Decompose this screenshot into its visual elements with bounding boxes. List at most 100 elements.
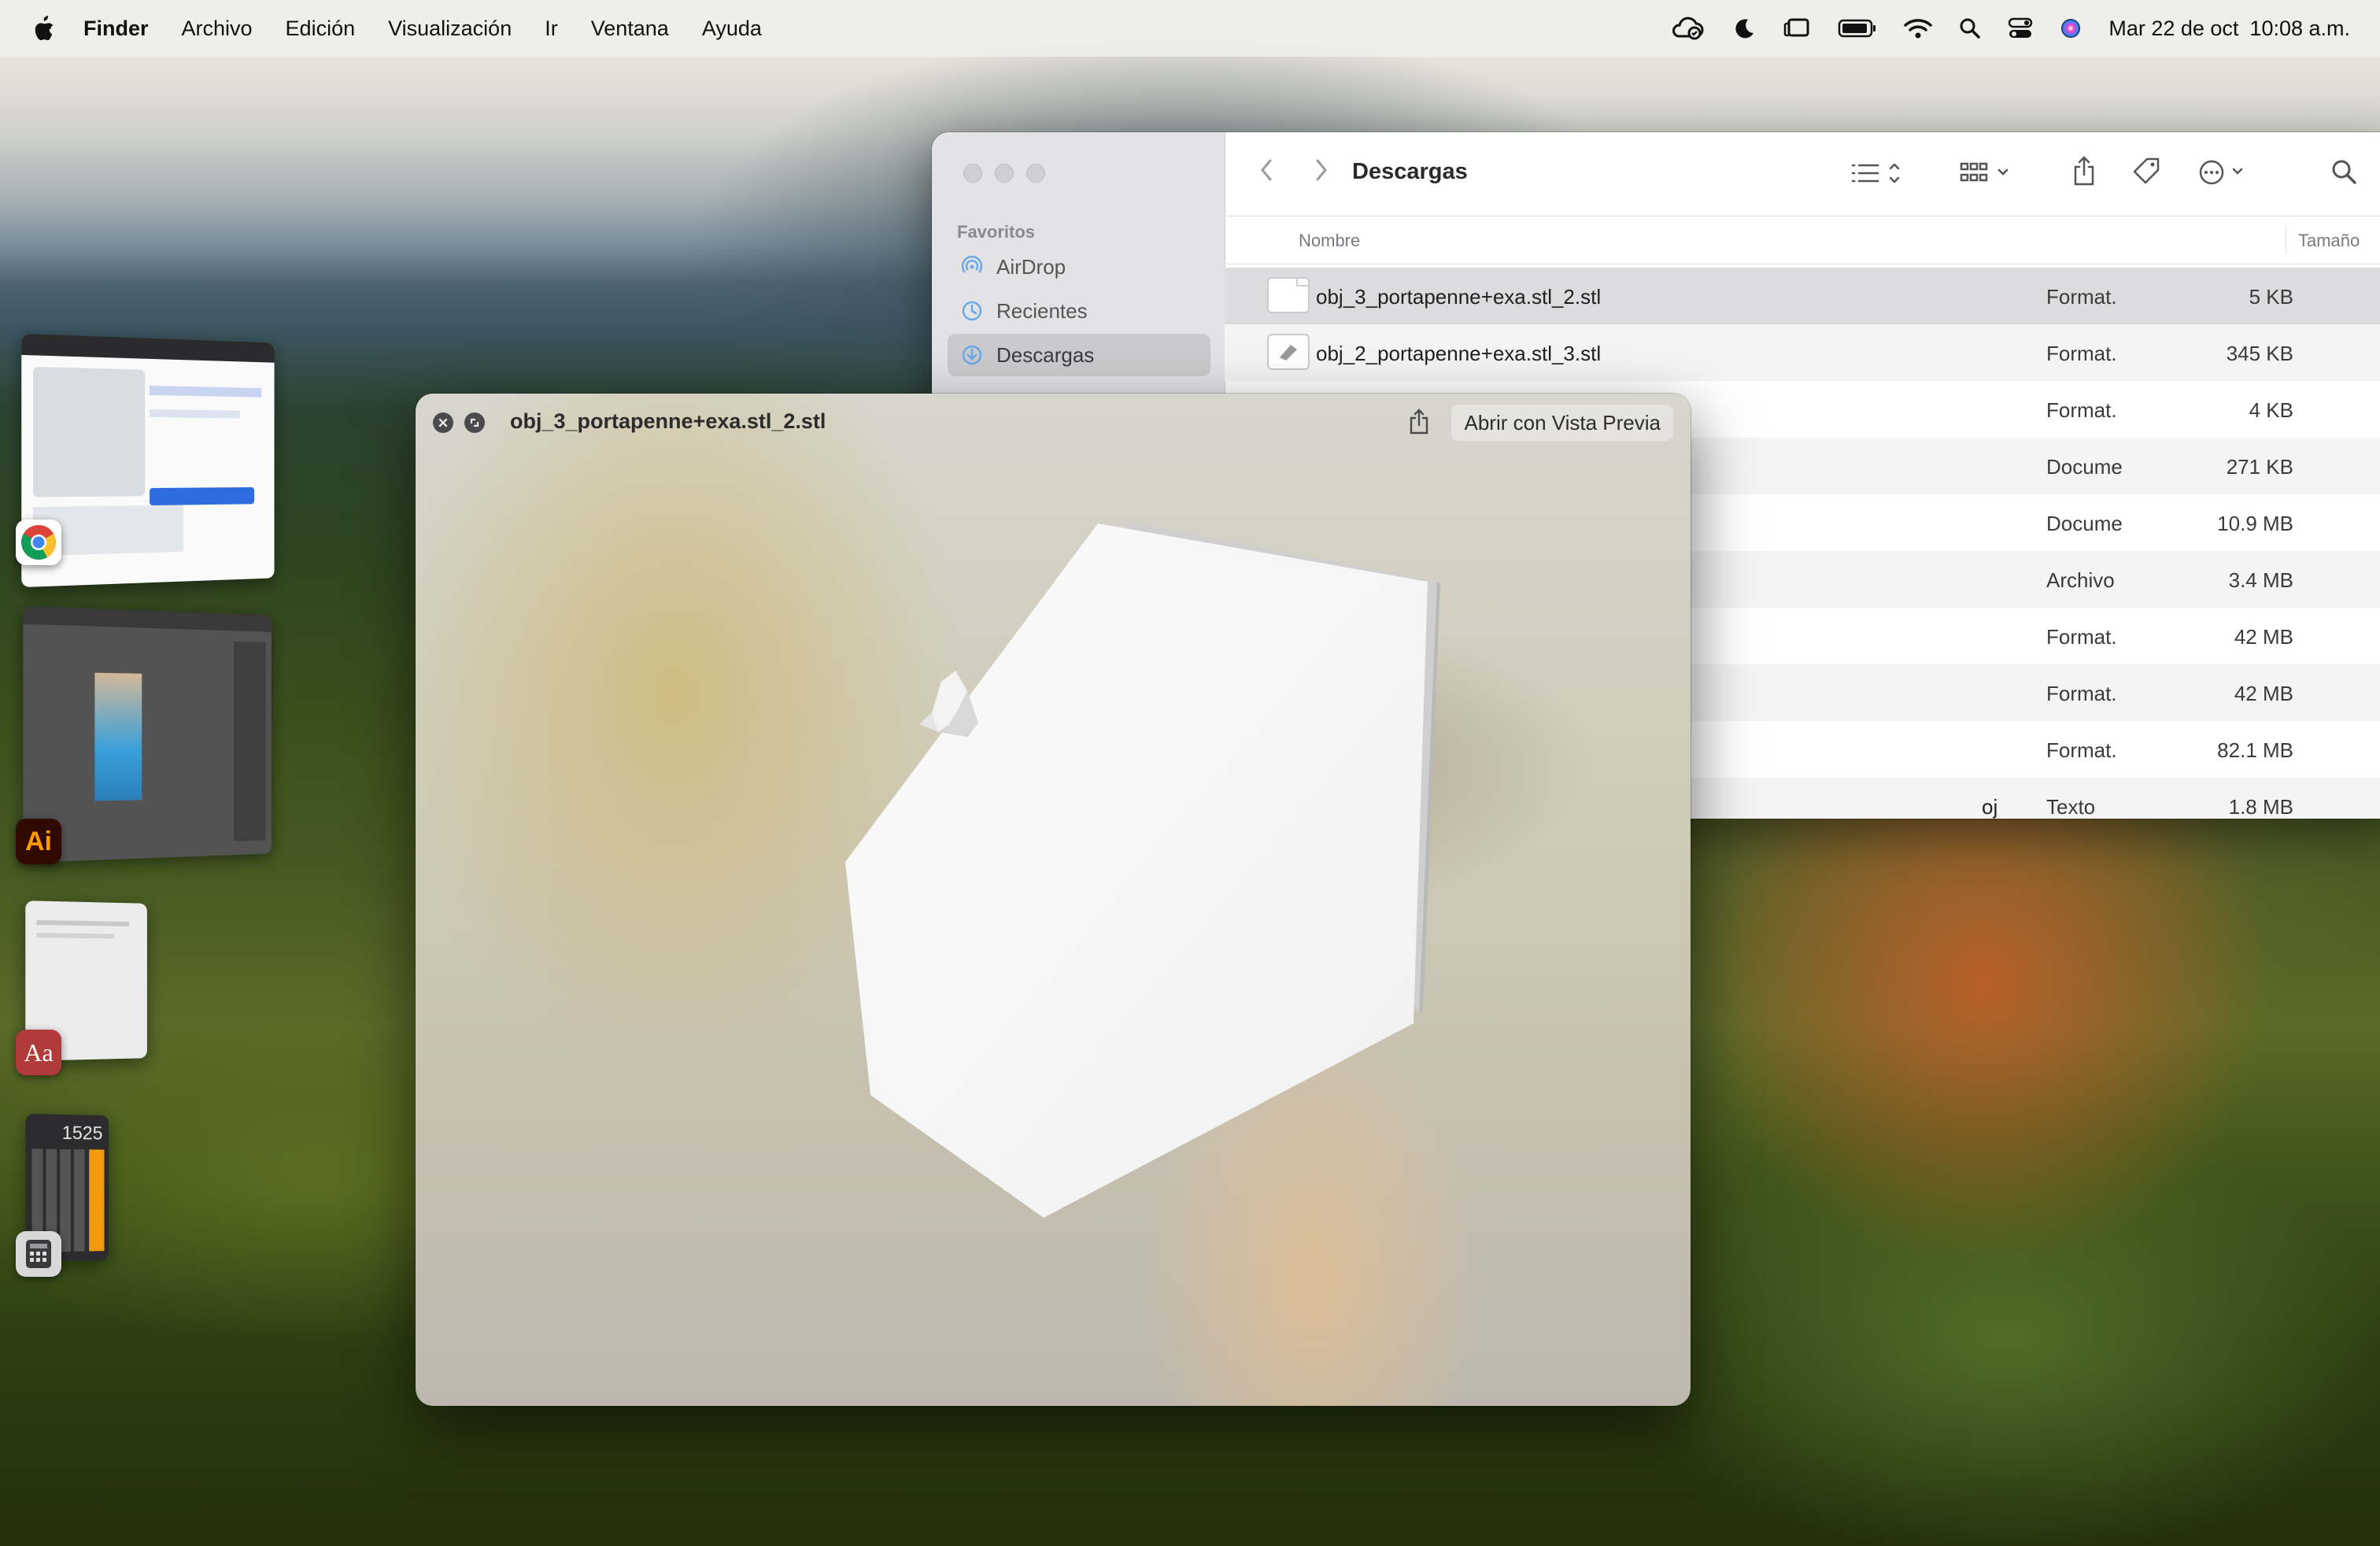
chrome-app-icon[interactable] (16, 520, 61, 565)
illustrator-badge-label: Ai (25, 826, 52, 856)
calculator-app-icon[interactable] (16, 1231, 61, 1277)
thumb-product-image (33, 366, 146, 497)
file-size: 42 MB (2234, 625, 2293, 649)
file-size: 4 KB (2249, 398, 2293, 422)
apple-logo-icon[interactable] (33, 16, 55, 41)
file-kind: Format. (2046, 682, 2117, 705)
spotlight-search-icon[interactable] (1959, 17, 1981, 39)
stage-manager-illustrator[interactable]: Ai (16, 605, 291, 866)
file-size: 3.4 MB (2228, 568, 2293, 592)
column-nombre[interactable]: Nombre (1299, 231, 1360, 251)
minimize-window-button[interactable] (995, 164, 1014, 183)
cloud-sync-icon[interactable] (1669, 16, 1706, 41)
file-name: obj_2_portapenne+exa.stl_3.stl (1316, 342, 1602, 365)
ellipsis-circle-icon (2199, 160, 2243, 185)
menu-ayuda[interactable]: Ayuda (702, 17, 762, 41)
menu-bar: Finder Archivo Edición Visualización Ir … (0, 0, 2380, 57)
wifi-icon[interactable] (1904, 17, 1933, 39)
forward-button[interactable] (1313, 156, 1330, 184)
illustrator-app-icon[interactable]: Ai (16, 819, 61, 864)
file-size: 42 MB (2234, 682, 2293, 705)
thumb-text-line (36, 933, 114, 939)
menu-archivo[interactable]: Archivo (182, 17, 253, 41)
grid-view-icon (1960, 162, 2009, 182)
quicklook-window[interactable]: obj_3_portapenne+exa.stl_2.stl Abrir con… (416, 394, 1691, 1406)
menu-edicion[interactable]: Edición (286, 17, 356, 41)
sidebar-item-airdrop[interactable]: AirDrop (948, 246, 1210, 288)
thumb-text-line (36, 919, 130, 926)
file-size: 82.1 MB (2217, 738, 2293, 762)
thumb-text-line (150, 409, 240, 419)
file-row[interactable]: obj_2_portapenne+exa.stl_3.stl 345 KB Fo… (1225, 324, 2380, 381)
calculator-display: 1525 (61, 1122, 103, 1145)
menu-finder[interactable]: Finder (83, 17, 149, 41)
control-center-icon[interactable] (2008, 17, 2033, 39)
search-button[interactable] (2330, 157, 2358, 186)
thumb-panel (233, 641, 266, 841)
downloads-icon (960, 343, 984, 367)
file-kind: Format. (2046, 625, 2117, 649)
close-window-button[interactable] (963, 164, 982, 183)
file-kind: Texto (2046, 795, 2096, 819)
dictionary-app-icon[interactable]: Aa (16, 1030, 61, 1075)
file-kind: Docume (2046, 455, 2123, 479)
file-name: oj (1982, 795, 1998, 819)
file-size: 345 KB (2226, 342, 2293, 365)
share-button[interactable] (2070, 154, 2098, 187)
file-size: 1.8 MB (2228, 795, 2293, 819)
sidebar-item-label: Recientes (996, 298, 1088, 323)
chevron-left-icon (1261, 159, 1272, 181)
file-size: 271 KB (2226, 455, 2293, 479)
file-kind: Archivo (2046, 568, 2115, 592)
zoom-window-button[interactable] (1026, 164, 1045, 183)
clock-time: 10:08 a.m. (2249, 16, 2350, 40)
file-name: obj_3_portapenne+exa.stl_2.stl (1316, 285, 1602, 309)
file-kind: Format. (2046, 398, 2117, 422)
airdrop-icon (960, 255, 984, 279)
clock-date: Mar 22 de oct (2108, 16, 2239, 40)
stage-manager-chrome[interactable] (16, 331, 291, 590)
tag-button[interactable] (2131, 156, 2163, 187)
calculator-operator-keys (89, 1149, 105, 1252)
file-row[interactable]: obj_3_portapenne+exa.stl_2.stl 5 KB Form… (1225, 268, 2380, 324)
sidebar-item-label: AirDrop (996, 254, 1066, 279)
more-actions-button[interactable] (2197, 157, 2254, 187)
focus-moon-icon[interactable] (1732, 17, 1756, 40)
stage-manager-calculator[interactable]: 1525 (16, 1110, 291, 1299)
search-icon (2332, 160, 2356, 184)
stage-manager-icon[interactable] (1783, 17, 1811, 40)
back-button[interactable] (1258, 156, 1275, 184)
window-title: Descargas (1352, 159, 1468, 184)
status-area: Mar 22 de oct 10:08 a.m. (1643, 0, 2350, 57)
list-view-button[interactable] (1850, 159, 1905, 187)
sidebar-section-favoritos: Favoritos (957, 222, 1036, 242)
battery-icon[interactable] (1838, 18, 1877, 39)
stage-manager-dictionary[interactable]: Aa (16, 897, 291, 1086)
group-view-button[interactable] (1958, 159, 2016, 187)
menu-visualizacion[interactable]: Visualización (388, 17, 512, 41)
sidebar-item-label: Descargas (996, 342, 1095, 367)
sidebar-item-recientes[interactable]: Recientes (948, 290, 1210, 332)
stl-3d-model-preview[interactable] (416, 394, 1691, 1406)
thumb-text-line (150, 385, 262, 398)
file-kind: Docume (2046, 512, 2123, 535)
tag-icon (2133, 157, 2160, 184)
file-kind: Format. (2046, 285, 2117, 309)
thumb-titlebar (23, 605, 272, 632)
thumb-titlebar (21, 333, 275, 363)
thumb-button (150, 486, 254, 506)
menu-clock[interactable]: Mar 22 de oct 10:08 a.m. (2108, 17, 2350, 41)
siri-icon[interactable] (2060, 17, 2082, 39)
file-kind: Format. (2046, 738, 2117, 762)
clock-icon (960, 299, 984, 323)
share-icon (2074, 156, 2094, 186)
column-header: Nombre Tamaño Clase (1225, 216, 2380, 264)
stl-model-icon (1267, 334, 1310, 370)
file-size: 5 KB (2249, 285, 2293, 309)
menu-ventana[interactable]: Ventana (591, 17, 669, 41)
menu-ir[interactable]: Ir (545, 17, 558, 41)
document-icon (1267, 277, 1310, 313)
column-tamano[interactable]: Tamaño (2298, 231, 2360, 251)
sidebar-item-descargas[interactable]: Descargas (948, 334, 1210, 376)
dictionary-badge-label: Aa (24, 1037, 54, 1067)
